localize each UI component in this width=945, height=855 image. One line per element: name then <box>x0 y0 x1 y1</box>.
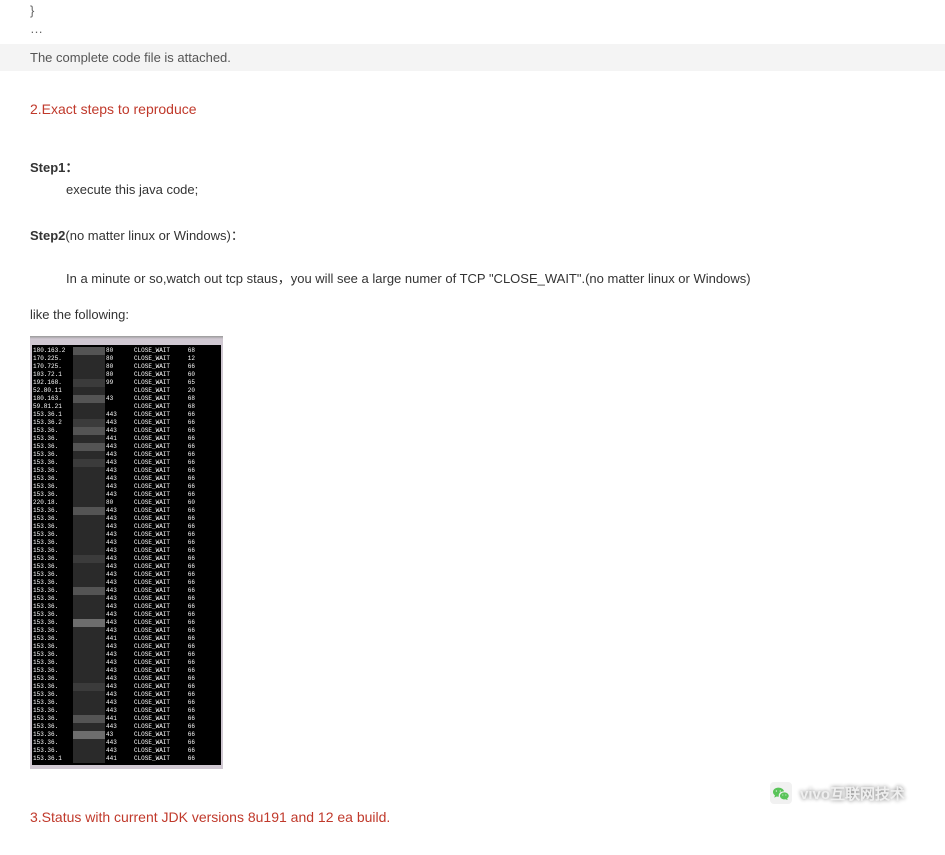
terminal-row: 153.36.443CLOSE_WAIT66 <box>33 747 220 755</box>
terminal-row: 153.36.443CLOSE_WAIT66 <box>33 571 220 579</box>
terminal-row: 153.36.443CLOSE_WAIT66 <box>33 619 220 627</box>
terminal-row: 153.36.443CLOSE_WAIT66 <box>33 515 220 523</box>
terminal-row: 153.36.443CLOSE_WAIT66 <box>33 659 220 667</box>
terminal-row: 153.36.443CLOSE_WAIT66 <box>33 467 220 475</box>
terminal-row: 170.225.80CLOSE_WAIT12 <box>33 355 220 363</box>
terminal-row: 153.36.443CLOSE_WAIT66 <box>33 451 220 459</box>
terminal-row: 153.36.443CLOSE_WAIT66 <box>33 459 220 467</box>
step-1: Step1： execute this java code; <box>30 157 915 197</box>
terminal-row: 153.36.443CLOSE_WAIT66 <box>33 683 220 691</box>
terminal-row: 153.36.1441CLOSE_WAIT66 <box>33 755 220 763</box>
terminal-output: 180.163.280CLOSE_WAIT68170.225.80CLOSE_W… <box>32 345 221 765</box>
terminal-row: 153.36.441CLOSE_WAIT66 <box>33 715 220 723</box>
terminal-row: 153.36.443CLOSE_WAIT66 <box>33 579 220 587</box>
terminal-row: 153.36.443CLOSE_WAIT66 <box>33 603 220 611</box>
step-2-rest: (no matter linux or Windows)： <box>65 228 243 243</box>
terminal-row: 153.36.443CLOSE_WAIT66 <box>33 555 220 563</box>
terminal-row: 153.36.443CLOSE_WAIT66 <box>33 531 220 539</box>
terminal-row: 153.36.443CLOSE_WAIT66 <box>33 627 220 635</box>
article-body: } … The complete code file is attached. … <box>0 3 945 855</box>
terminal-row: 153.36.443CLOSE_WAIT66 <box>33 475 220 483</box>
terminal-row: 153.36.443CLOSE_WAIT66 <box>33 587 220 595</box>
attachment-note: The complete code file is attached. <box>0 44 945 71</box>
step-2-label: Step2 <box>30 228 65 243</box>
terminal-row: 52.80.11CLOSE_WAIT20 <box>33 387 220 395</box>
terminal-row: 192.168.99CLOSE_WAIT65 <box>33 379 220 387</box>
terminal-row: 153.36.2443CLOSE_WAIT66 <box>33 419 220 427</box>
terminal-row: 153.36.443CLOSE_WAIT66 <box>33 443 220 451</box>
section-2-title: 2.Exact steps to reproduce <box>30 101 915 117</box>
terminal-row: 153.36.443CLOSE_WAIT66 <box>33 427 220 435</box>
terminal-row: 153.36.441CLOSE_WAIT66 <box>33 635 220 643</box>
terminal-row: 153.36.443CLOSE_WAIT66 <box>33 523 220 531</box>
terminal-row: 153.36.1443CLOSE_WAIT66 <box>33 411 220 419</box>
terminal-row: 180.163.280CLOSE_WAIT68 <box>33 347 220 355</box>
code-snippet-line: } <box>30 3 915 18</box>
terminal-row: 153.36.443CLOSE_WAIT66 <box>33 547 220 555</box>
terminal-row: 153.36.443CLOSE_WAIT66 <box>33 723 220 731</box>
terminal-row: 153.36.43CLOSE_WAIT66 <box>33 731 220 739</box>
terminal-row: 59.81.21CLOSE_WAIT68 <box>33 403 220 411</box>
terminal-row: 153.36.443CLOSE_WAIT66 <box>33 491 220 499</box>
terminal-screenshot: 180.163.280CLOSE_WAIT68170.225.80CLOSE_W… <box>30 336 223 769</box>
step-1-body: execute this java code; <box>66 182 915 197</box>
terminal-row: 153.36.443CLOSE_WAIT66 <box>33 667 220 675</box>
terminal-row: 153.36.443CLOSE_WAIT66 <box>33 483 220 491</box>
terminal-row: 153.36.443CLOSE_WAIT66 <box>33 611 220 619</box>
code-snippet-ellipsis: … <box>30 21 915 36</box>
terminal-row: 153.36.443CLOSE_WAIT66 <box>33 675 220 683</box>
step-1-label: Step1： <box>30 160 78 175</box>
terminal-row: 153.36.443CLOSE_WAIT66 <box>33 595 220 603</box>
terminal-row: 103.72.180CLOSE_WAIT60 <box>33 371 220 379</box>
terminal-titlebar-shadow <box>30 336 223 339</box>
terminal-row: 153.36.443CLOSE_WAIT66 <box>33 707 220 715</box>
terminal-row: 153.36.441CLOSE_WAIT66 <box>33 435 220 443</box>
terminal-row: 153.36.443CLOSE_WAIT66 <box>33 539 220 547</box>
terminal-row: 153.36.443CLOSE_WAIT66 <box>33 651 220 659</box>
step-2: Step2(no matter linux or Windows)： <box>30 225 915 244</box>
terminal-row: 180.163.43CLOSE_WAIT68 <box>33 395 220 403</box>
step-2-body: In a minute or so,watch out tcp staus，yo… <box>66 268 915 287</box>
terminal-row: 153.36.443CLOSE_WAIT66 <box>33 699 220 707</box>
terminal-row: 220.18.80CLOSE_WAIT60 <box>33 499 220 507</box>
section-3-title: 3.Status with current JDK versions 8u191… <box>30 809 915 825</box>
terminal-row: 153.36.443CLOSE_WAIT66 <box>33 507 220 515</box>
like-following-text: like the following: <box>30 307 915 322</box>
terminal-row: 153.36.443CLOSE_WAIT66 <box>33 691 220 699</box>
terminal-row: 153.36.443CLOSE_WAIT66 <box>33 563 220 571</box>
terminal-row: 170.725.80CLOSE_WAIT66 <box>33 363 220 371</box>
terminal-row: 153.36.443CLOSE_WAIT66 <box>33 739 220 747</box>
terminal-row: 153.36.443CLOSE_WAIT66 <box>33 643 220 651</box>
